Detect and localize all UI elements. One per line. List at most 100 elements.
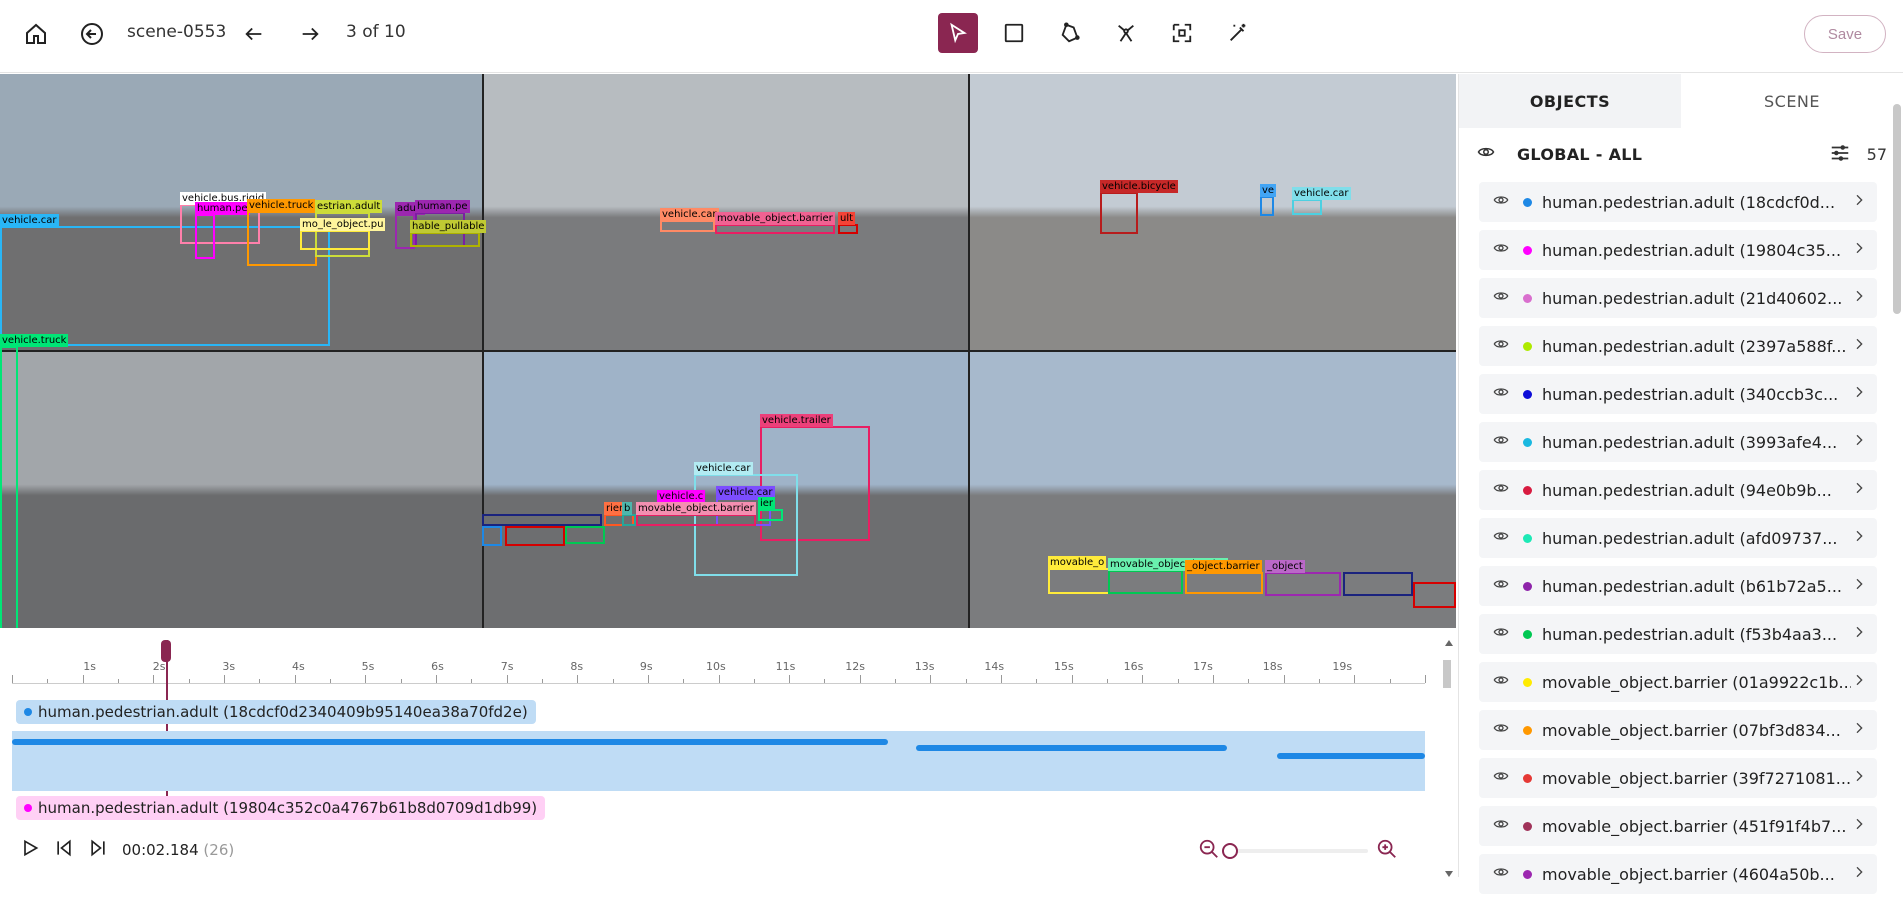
tab-objects[interactable]: OBJECTS [1459,74,1681,128]
track-segment[interactable] [12,739,889,745]
eye-icon[interactable] [1477,143,1495,165]
bounding-box[interactable] [482,514,602,526]
home-icon[interactable] [20,18,52,50]
zoom-out-icon[interactable] [1198,838,1220,864]
panel-scrollbar[interactable] [1893,104,1901,314]
bounding-box[interactable] [1343,572,1413,596]
bounding-box[interactable]: _object [1265,560,1341,596]
eye-icon[interactable] [1493,768,1509,788]
eye-icon[interactable] [1493,480,1509,500]
eye-icon[interactable] [1493,528,1509,548]
select-tool[interactable] [938,13,978,53]
list-item[interactable]: movable_object.barrier (07bf3d834... [1479,710,1877,750]
bounding-box[interactable]: vehicle.car [1292,187,1351,215]
timeline-scrollbar[interactable] [1442,640,1453,877]
bounding-box[interactable] [1413,582,1456,608]
bounding-box[interactable]: vehicle.bicycle [1100,180,1178,234]
list-item[interactable]: human.pedestrian.adult (3993afe4... [1479,422,1877,462]
list-item[interactable]: movable_object.barrier (01a9922c1b... [1479,662,1877,702]
chevron-right-icon[interactable] [1851,864,1867,884]
bounding-box[interactable]: vehicle.car [660,208,719,232]
eye-icon[interactable] [1493,864,1509,884]
chevron-right-icon[interactable] [1851,528,1867,548]
eye-icon[interactable] [1493,192,1509,212]
track-segment[interactable] [1276,753,1425,759]
chevron-right-icon[interactable] [1851,672,1867,692]
chevron-right-icon[interactable] [1851,192,1867,212]
tab-scene[interactable]: SCENE [1681,74,1903,128]
eye-icon[interactable] [1493,816,1509,836]
chevron-right-icon[interactable] [1851,480,1867,500]
camera-viewer[interactable]: vehicle.car vehicle.bus.rigid human.pe vehi… [0,74,1456,628]
track-bar[interactable] [12,731,1425,791]
bounding-box[interactable]: movable_o [1048,556,1110,594]
eye-icon[interactable] [1493,288,1509,308]
save-button[interactable]: Save [1804,15,1886,53]
bounding-box[interactable]: mo_le_object.pu [300,218,386,250]
list-item[interactable]: human.pedestrian.adult (21d40602... [1479,278,1877,318]
next-arrow-icon[interactable] [294,18,326,50]
previous-arrow-icon[interactable] [238,18,270,50]
step-forward-icon[interactable] [88,838,108,862]
box-tool[interactable] [994,13,1034,53]
list-item[interactable]: human.pedestrian.adult (340ccb3c... [1479,374,1877,414]
list-item[interactable]: movable_object.barrier (451f91f4b7... [1479,806,1877,846]
chevron-right-icon[interactable] [1851,336,1867,356]
eye-icon[interactable] [1493,240,1509,260]
list-item[interactable]: human.pedestrian.adult (19804c35... [1479,230,1877,270]
eye-icon[interactable] [1493,720,1509,740]
chevron-right-icon[interactable] [1851,432,1867,452]
bounding-box[interactable]: b [622,502,636,526]
auto-label-tool[interactable] [1218,13,1258,53]
track-chip-1[interactable]: human.pedestrian.adult (18cdcf0d2340409b… [16,700,536,724]
bounding-box[interactable]: ult [838,212,858,234]
eye-icon[interactable] [1493,384,1509,404]
bounding-box[interactable]: movable_object.barrier [1108,558,1228,594]
camera-front-right[interactable] [970,74,1456,350]
bounding-box[interactable]: vehicle.truck [0,334,69,628]
zoom-in-icon[interactable] [1376,838,1398,864]
chevron-right-icon[interactable] [1851,576,1867,596]
list-item[interactable]: human.pedestrian.adult (f53b4aa3... [1479,614,1877,654]
polygon-tool[interactable] [1050,13,1090,53]
step-back-icon[interactable] [54,838,74,862]
play-icon[interactable] [20,838,40,862]
list-item[interactable]: human.pedestrian.adult (afd09737... [1479,518,1877,558]
chevron-right-icon[interactable] [1851,624,1867,644]
bounding-box[interactable]: ve [1260,184,1277,216]
zoom-slider[interactable] [1222,843,1368,859]
eye-icon[interactable] [1493,624,1509,644]
chevron-right-icon[interactable] [1851,384,1867,404]
track-segment[interactable] [916,745,1228,751]
bounding-box[interactable]: _object.barrier [1185,560,1263,594]
back-circle-icon[interactable] [76,18,108,50]
bounding-box[interactable]: movable_object.barrier [715,212,835,234]
playhead-handle[interactable] [161,640,171,662]
zoom-slider-thumb[interactable] [1222,843,1238,859]
list-item[interactable]: human.pedestrian.adult (94e0b9b... [1479,470,1877,510]
chevron-right-icon[interactable] [1851,720,1867,740]
camera-back-left[interactable] [0,352,482,628]
list-item[interactable]: human.pedestrian.adult (18cdcf0d... [1479,182,1877,222]
bounding-box[interactable] [565,526,605,544]
list-item[interactable]: movable_object.barrier (39f7271081... [1479,758,1877,798]
list-item[interactable]: human.pedestrian.adult (2397a588f... [1479,326,1877,366]
bounding-box[interactable]: human.pe [195,202,250,259]
timeline-ruler[interactable]: 1s 2s 3s 4s 5s 6s 7s 8s 9s 10s 11s 12s 13s 14s 15s 16s 1… [12,658,1426,684]
bounding-box[interactable]: hable_pullable [410,220,487,247]
chevron-right-icon[interactable] [1851,240,1867,260]
chevron-right-icon[interactable] [1851,288,1867,308]
list-item[interactable]: movable_object.barrier (4604a50b... [1479,854,1877,894]
bounding-box[interactable] [505,526,565,546]
bounding-box[interactable]: ier [758,497,783,521]
list-item[interactable]: human.pedestrian.adult (b61b72a5... [1479,566,1877,606]
track-chip-2[interactable]: human.pedestrian.adult (19804c352c0a4767… [16,796,546,820]
filter-icon[interactable] [1829,142,1851,168]
chevron-right-icon[interactable] [1851,768,1867,788]
eye-icon[interactable] [1493,672,1509,692]
eye-icon[interactable] [1493,576,1509,596]
skeleton-tool[interactable] [1106,13,1146,53]
cuboid-tool[interactable] [1162,13,1202,53]
bounding-box[interactable]: movable_object.barrier [636,502,756,526]
eye-icon[interactable] [1493,432,1509,452]
